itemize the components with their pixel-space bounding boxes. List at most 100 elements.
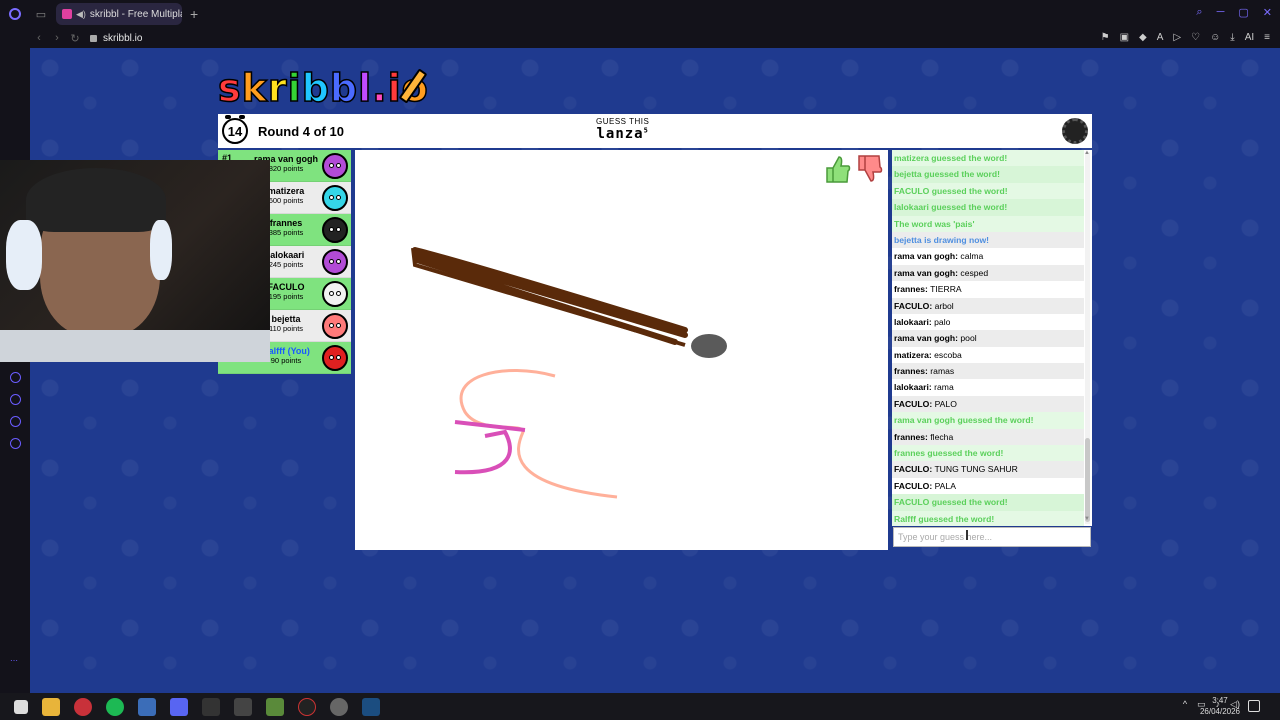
word-hint: GUESS THIS lanza5 — [596, 117, 649, 142]
chat-scrollbar[interactable]: ▲ ▼ — [1084, 150, 1090, 524]
shield-icon[interactable]: ◆ — [1139, 32, 1147, 43]
chat-text: bejetta is drawing now! — [894, 234, 990, 245]
search-icon[interactable]: ⌕ — [1196, 6, 1202, 19]
guess-input[interactable]: Type your guess here... — [893, 527, 1091, 547]
windows-start-icon[interactable] — [14, 699, 28, 714]
scroll-up-icon[interactable]: ▲ — [1084, 150, 1090, 156]
chat-message: The word was 'pais' — [892, 215, 1084, 232]
close-button[interactable]: ✕ — [1263, 6, 1272, 19]
streamer-cap — [26, 168, 166, 232]
chat-message: bejetta is drawing now! — [892, 231, 1084, 249]
heart-icon[interactable]: ♡ — [1191, 32, 1200, 43]
forward-icon[interactable]: › — [48, 32, 66, 44]
chat-message: rama van gogh: pool — [892, 330, 1084, 347]
chat-text: palo — [934, 316, 951, 327]
taskbar-clock[interactable]: 3:47 26/04/2026 — [1200, 695, 1240, 717]
round-indicator: Round 4 of 10 — [258, 123, 344, 139]
player-avatar-icon — [322, 185, 348, 211]
maximize-button[interactable]: ▢ — [1238, 6, 1248, 19]
chat-message: frannes: flecha — [892, 428, 1084, 446]
sidebar-player-icon[interactable] — [10, 372, 21, 383]
chat-author: lalokaari: — [894, 382, 932, 393]
chat-author: FACULO: — [894, 464, 933, 475]
chat-text: cesped — [960, 267, 989, 278]
download-icon[interactable]: ⤓ — [1230, 32, 1234, 43]
streamer-shirt — [0, 330, 270, 362]
sidebar-history-icon[interactable] — [10, 394, 21, 405]
player-icon[interactable]: ▷ — [1173, 32, 1181, 43]
discord-icon[interactable] — [170, 697, 188, 716]
gray-blob — [691, 334, 727, 358]
snapshot-icon[interactable]: ▣ — [1120, 32, 1129, 43]
steam-blue-icon[interactable] — [138, 697, 156, 716]
address-bar: ‹ › ↻ skribbl.io ⚑ ▣ ◆ A ▷ ♡ ☺ ⤓ AI ≡ — [0, 28, 1280, 48]
spotify-icon[interactable] — [106, 697, 124, 716]
player-avatar-icon — [322, 345, 348, 371]
taskbar-time: 3:47 — [1212, 696, 1228, 705]
notifications-icon[interactable] — [1248, 700, 1260, 712]
epic-games-icon[interactable] — [202, 697, 220, 716]
new-tab-button[interactable]: + — [190, 6, 198, 22]
chat-text: matizera guessed the word! — [894, 153, 1008, 163]
speaker-icon[interactable]: ◀) — [76, 9, 86, 20]
sidebar-messenger-icon[interactable] — [10, 416, 21, 427]
workspaces-icon[interactable]: ▭ — [30, 8, 52, 21]
chat-text: arbol — [934, 300, 954, 311]
chat-author: rama van gogh: — [894, 333, 958, 344]
back-icon[interactable]: ‹ — [30, 32, 48, 44]
gear-icon[interactable] — [1062, 118, 1088, 144]
chat-text: Ralfff guessed the word! — [894, 513, 995, 524]
chat-text: The word was 'pais' — [894, 218, 975, 229]
peach-stroke — [459, 369, 618, 499]
chat-text: FACULO guessed the word! — [894, 185, 1008, 196]
browser-tab-bar: ▭ ◀) skribbl - Free Multiplay + ⌕ ─ ▢ ✕ — [0, 0, 1280, 28]
word-length: 5 — [643, 126, 649, 135]
browser-tab[interactable]: ◀) skribbl - Free Multiplay — [56, 3, 182, 25]
scroll-down-icon[interactable]: ▼ — [1084, 516, 1090, 522]
chat-author: rama van gogh: — [894, 251, 958, 262]
file-explorer-icon[interactable] — [42, 697, 60, 716]
word-text: lanza — [596, 126, 644, 142]
ai-icon[interactable]: AI — [1245, 32, 1254, 43]
chat-text: PALA — [934, 480, 956, 491]
game-top-bar: 14 Round 4 of 10 GUESS THIS lanza5 — [218, 114, 1092, 148]
minimize-button[interactable]: ─ — [1217, 6, 1225, 19]
player-avatar-icon — [322, 313, 348, 339]
translate-icon[interactable]: A — [1157, 32, 1164, 43]
profile-icon[interactable]: ☺ — [1210, 32, 1220, 43]
bookmark-icon[interactable]: ⚑ — [1101, 32, 1110, 43]
chat-author: rama van gogh: — [894, 267, 958, 278]
minecraft-icon[interactable] — [266, 697, 284, 716]
chat-author: matizera: — [894, 349, 932, 360]
chat-message: FACULO guessed the word! — [892, 494, 1084, 511]
sidebar-settings-icon[interactable] — [10, 438, 21, 449]
steam-icon[interactable] — [362, 697, 380, 716]
browser-sidebar — [0, 48, 30, 693]
player-avatar-icon — [322, 249, 348, 275]
reload-icon[interactable]: ↻ — [66, 32, 84, 45]
thumbs-up-icon[interactable] — [823, 154, 851, 184]
obs-icon[interactable] — [298, 697, 316, 716]
chat-text: pool — [960, 333, 977, 344]
chat-message: lalokaari: rama — [892, 379, 1084, 395]
chat-panel[interactable]: matizera guessed the word! bejetta guesse… — [892, 150, 1092, 526]
drawing-canvas[interactable] — [355, 150, 888, 550]
chat-message: frannes: ramas — [892, 363, 1084, 380]
app-icon[interactable] — [234, 697, 252, 716]
chat-author: FACULO: — [894, 398, 933, 409]
chat-author: lalokaari: — [894, 316, 932, 327]
opera-logo-icon[interactable] — [0, 0, 30, 28]
thumbs-down-icon[interactable] — [855, 154, 883, 184]
opera-taskbar-icon[interactable] — [74, 697, 92, 716]
url-field[interactable]: skribbl.io — [90, 33, 142, 44]
scrollbar-thumb[interactable] — [1085, 438, 1090, 522]
app2-icon[interactable] — [330, 697, 348, 716]
chat-message: Ralfff guessed the word! — [892, 510, 1084, 526]
sidebar-more-icon[interactable]: ⋯ — [10, 656, 18, 665]
chat-text: bejetta guessed the word! — [894, 169, 1001, 180]
menu-icon[interactable]: ≡ — [1264, 32, 1270, 43]
chat-text: rama van gogh guessed the word! — [894, 415, 1034, 426]
tray-chevron-icon[interactable]: ^ — [1183, 699, 1187, 710]
chat-author: frannes: — [894, 431, 928, 442]
drawing-strokes — [411, 247, 727, 499]
